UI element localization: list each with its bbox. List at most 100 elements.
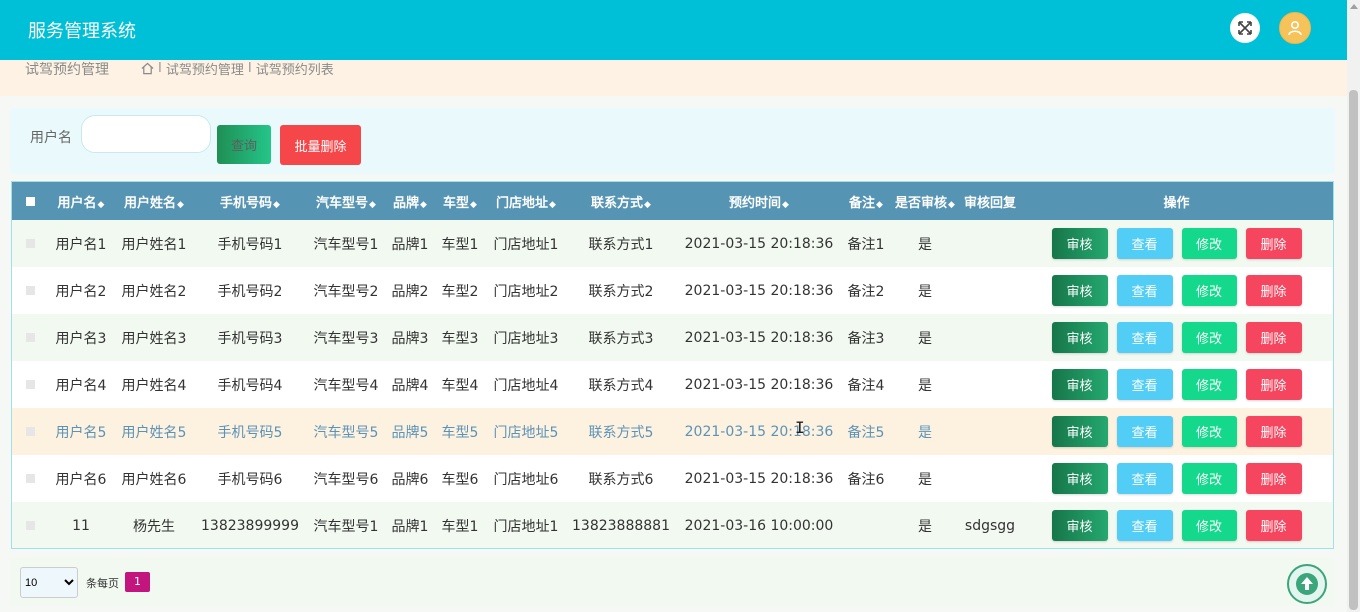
top-bar: 服务管理系统 <box>0 0 1347 60</box>
home-icon[interactable] <box>141 62 154 75</box>
row-checkbox[interactable] <box>25 380 35 389</box>
row-checkbox[interactable] <box>25 427 35 436</box>
audit-button[interactable]: 审核 <box>1051 416 1108 447</box>
view-button[interactable]: 查看 <box>1116 369 1173 400</box>
table-row: 11 杨先生 13823899999 汽车型号1 品牌1 车型1 门店地址1 13823888… <box>12 502 1333 548</box>
audit-button[interactable]: 审核 <box>1051 228 1108 259</box>
delete-button[interactable]: 删除 <box>1245 510 1302 541</box>
batch-delete-button[interactable]: 批量删除 <box>280 125 361 165</box>
table-row: 用户名4 用户姓名4 手机号码4 汽车型号4 品牌4 车型4 门店地址4 联系方式4 2021-… <box>12 361 1333 408</box>
column-header-remark[interactable]: 备注◆ <box>842 182 890 220</box>
delete-button[interactable]: 删除 <box>1245 463 1302 494</box>
delete-button[interactable]: 删除 <box>1245 416 1302 447</box>
user-avatar-button[interactable] <box>1279 12 1311 44</box>
edit-button[interactable]: 修改 <box>1181 369 1237 400</box>
cell-user-realname: 用户姓名3 <box>114 314 194 361</box>
delete-button[interactable]: 删除 <box>1245 322 1302 353</box>
view-button[interactable]: 查看 <box>1116 510 1173 541</box>
column-header-car-model[interactable]: 汽车型号◆ <box>306 182 386 220</box>
scroll-up-arrow[interactable] <box>1350 4 1358 9</box>
row-select-cell <box>12 455 48 502</box>
table-row: 用户名1 用户姓名1 手机号码1 汽车型号1 品牌1 车型1 门店地址1 联系方式1 2021-… <box>12 220 1333 267</box>
edit-button[interactable]: 修改 <box>1181 510 1237 541</box>
cell-store-address: 门店地址5 <box>486 408 566 455</box>
sort-icon[interactable]: ◆ <box>470 200 477 210</box>
row-checkbox[interactable] <box>25 286 35 295</box>
delete-button[interactable]: 删除 <box>1245 369 1302 400</box>
username-search-input[interactable] <box>81 115 211 153</box>
edit-button[interactable]: 修改 <box>1181 228 1237 259</box>
audit-button[interactable]: 审核 <box>1051 463 1108 494</box>
cell-audited: 是 <box>890 455 960 502</box>
view-button[interactable]: 查看 <box>1116 228 1173 259</box>
page-scrollbar[interactable] <box>1347 0 1360 612</box>
cell-audit-reply <box>960 267 1020 314</box>
sort-icon[interactable]: ◆ <box>549 200 556 210</box>
query-button[interactable]: 查询 <box>217 125 271 164</box>
sort-icon[interactable]: ◆ <box>98 200 105 210</box>
page-number-current[interactable]: 1 <box>125 572 150 592</box>
audit-button[interactable]: 审核 <box>1051 510 1108 541</box>
cell-store-address: 门店地址4 <box>486 361 566 408</box>
cell-audit-reply <box>960 314 1020 361</box>
app-title: 服务管理系统 <box>28 21 136 42</box>
sort-icon[interactable]: ◆ <box>782 200 789 210</box>
sort-icon[interactable]: ◆ <box>177 200 184 210</box>
cell-contact: 联系方式1 <box>566 220 676 267</box>
column-header-username[interactable]: 用户名◆ <box>48 182 114 220</box>
back-to-top-button[interactable] <box>1287 564 1327 604</box>
sort-icon[interactable]: ◆ <box>644 200 651 210</box>
column-header-phone[interactable]: 手机号码◆ <box>194 182 306 220</box>
page-size-select[interactable]: 10 <box>20 567 78 598</box>
cell-contact: 联系方式4 <box>566 361 676 408</box>
sort-icon[interactable]: ◆ <box>369 200 376 210</box>
cell-store-address: 门店地址6 <box>486 455 566 502</box>
cell-phone: 手机号码4 <box>194 361 306 408</box>
scroll-thumb[interactable] <box>1349 90 1358 610</box>
column-header-user-realname[interactable]: 用户姓名◆ <box>114 182 194 220</box>
select-all-header[interactable] <box>12 182 48 220</box>
column-header-store-address[interactable]: 门店地址◆ <box>486 182 566 220</box>
cell-audit-reply <box>960 408 1020 455</box>
cell-phone: 手机号码2 <box>194 267 306 314</box>
table-row: 用户名5 用户姓名5 手机号码5 汽车型号5 品牌5 车型5 门店地址5 联系方式5 2021-… <box>12 408 1333 455</box>
column-header-brand[interactable]: 品牌◆ <box>386 182 434 220</box>
audit-button[interactable]: 审核 <box>1051 369 1108 400</box>
cell-store-address: 门店地址3 <box>486 314 566 361</box>
cell-brand: 品牌1 <box>386 220 434 267</box>
row-checkbox[interactable] <box>25 333 35 342</box>
column-header-car-type[interactable]: 车型◆ <box>434 182 486 220</box>
view-button[interactable]: 查看 <box>1116 416 1173 447</box>
edit-button[interactable]: 修改 <box>1181 463 1237 494</box>
column-header-contact[interactable]: 联系方式◆ <box>566 182 676 220</box>
column-header-audited[interactable]: 是否审核◆ <box>890 182 960 220</box>
cell-audit-reply <box>960 220 1020 267</box>
view-button[interactable]: 查看 <box>1116 463 1173 494</box>
edit-button[interactable]: 修改 <box>1181 275 1237 306</box>
edit-button[interactable]: 修改 <box>1181 322 1237 353</box>
sort-icon[interactable]: ◆ <box>876 200 883 210</box>
audit-button[interactable]: 审核 <box>1051 275 1108 306</box>
view-button[interactable]: 查看 <box>1116 322 1173 353</box>
cell-user-realname: 用户姓名2 <box>114 267 194 314</box>
row-checkbox[interactable] <box>25 239 35 248</box>
row-select-cell <box>12 267 48 314</box>
delete-button[interactable]: 删除 <box>1245 275 1302 306</box>
view-button[interactable]: 查看 <box>1116 275 1173 306</box>
pagination-bar: 10 条每页 1 <box>11 557 1334 606</box>
delete-button[interactable]: 删除 <box>1245 228 1302 259</box>
row-checkbox[interactable] <box>25 474 35 483</box>
cell-phone: 手机号码1 <box>194 220 306 267</box>
edit-button[interactable]: 修改 <box>1181 416 1237 447</box>
breadcrumb-item-module[interactable]: 试驾预约管理 <box>166 59 244 78</box>
row-checkbox[interactable] <box>25 521 35 530</box>
audit-button[interactable]: 审核 <box>1051 322 1108 353</box>
fullscreen-button[interactable] <box>1230 13 1260 43</box>
sort-icon[interactable]: ◆ <box>273 200 280 210</box>
column-header-appointment-time[interactable]: 预约时间◆ <box>676 182 842 220</box>
sort-icon[interactable]: ◆ <box>948 200 955 210</box>
cell-user-realname: 用户姓名5 <box>114 408 194 455</box>
select-all-checkbox[interactable] <box>25 196 35 206</box>
cell-username: 用户名2 <box>48 267 114 314</box>
sort-icon[interactable]: ◆ <box>420 200 427 210</box>
